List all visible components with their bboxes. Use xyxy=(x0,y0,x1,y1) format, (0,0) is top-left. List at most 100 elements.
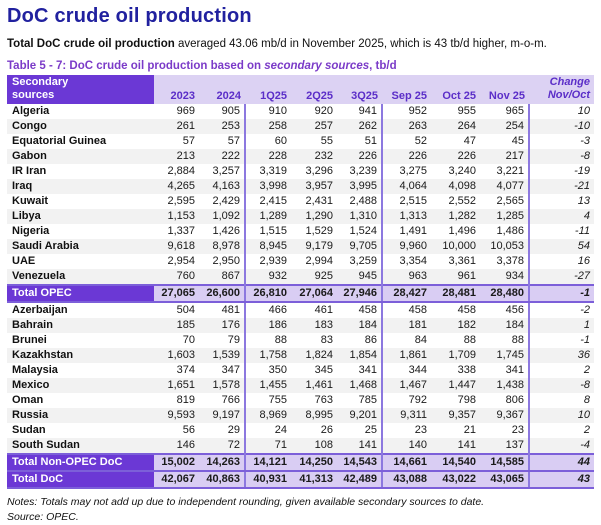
value-cell: 2,950 xyxy=(212,255,240,267)
value-cell: 79 xyxy=(227,334,240,346)
change-cell: -8 xyxy=(528,149,594,164)
value-cell: 341 xyxy=(358,364,377,376)
value-cell: 184 xyxy=(480,318,529,333)
value-cell: 4,163 xyxy=(199,179,245,194)
value-cell: 1,438 xyxy=(480,378,529,393)
value-cell: 2,595 xyxy=(167,195,195,207)
row-label-cell: Russia xyxy=(7,408,154,423)
value-cell: 2,954 xyxy=(167,255,195,267)
production-table: Secondary sources 2023 2024 1Q25 2Q25 3Q… xyxy=(7,75,594,489)
value-cell: 217 xyxy=(480,149,529,164)
value-cell: 955 xyxy=(457,105,476,117)
row-label-cell: IR Iran xyxy=(12,165,47,177)
value-cell: 71 xyxy=(244,438,291,454)
header-2q25: 2Q25 xyxy=(291,75,337,104)
value-cell: 42,489 xyxy=(337,470,382,489)
value-cell: 40,931 xyxy=(244,470,291,489)
value-cell: 961 xyxy=(431,269,480,285)
value-cell: 43,065 xyxy=(480,470,529,489)
value-cell: 3,378 xyxy=(496,255,524,267)
row-label-cell: Algeria xyxy=(12,105,50,117)
table-row: South Sudan 146 72 71 108 141 140 141 137 -4 xyxy=(7,438,594,454)
value-cell: 14,121 xyxy=(244,453,291,472)
row-label-cell: Kazakhstan xyxy=(7,348,154,363)
value-cell: 1,486 xyxy=(496,225,524,237)
change-cell: 44 xyxy=(528,453,594,472)
report-page: DoC crude oil production Total DoC crude… xyxy=(0,0,601,525)
value-cell: 1,455 xyxy=(244,378,291,393)
value-cell: 184 xyxy=(337,318,382,333)
value-cell: 232 xyxy=(291,149,337,164)
value-cell: 28,427 xyxy=(381,284,431,303)
value-cell: 481 xyxy=(221,304,240,316)
change-cell: 16 xyxy=(528,254,594,269)
value-cell: 350 xyxy=(244,363,291,378)
change-cell: 10 xyxy=(528,104,594,119)
change-cell: -27 xyxy=(528,269,594,285)
value-cell: 83 xyxy=(320,334,333,346)
value-cell: 1,496 xyxy=(448,225,476,237)
value-cell: 338 xyxy=(457,364,476,376)
value-cell: 2,515 xyxy=(381,194,431,209)
row-label-cell: Venezuela xyxy=(7,269,154,285)
value-cell: 25 xyxy=(364,424,377,436)
table-row: Iraq 4,265 4,163 3,998 3,957 3,995 4,064 4,098 4… xyxy=(7,179,594,194)
value-cell: 14,250 xyxy=(291,453,337,472)
value-cell: 2,994 xyxy=(305,255,333,267)
value-cell: 14,661 xyxy=(381,453,431,472)
value-cell: 945 xyxy=(337,269,382,285)
value-cell: 374 xyxy=(176,364,195,376)
value-cell: 14,543 xyxy=(337,453,382,472)
value-cell: 1,651 xyxy=(154,378,199,393)
row-label-cell: Equatorial Guinea xyxy=(12,135,107,147)
value-cell: 1,285 xyxy=(480,209,529,224)
value-cell: 57 xyxy=(227,135,240,147)
value-cell: 253 xyxy=(199,119,245,134)
value-cell: 60 xyxy=(244,134,291,149)
value-cell: 55 xyxy=(320,135,333,147)
caption-prefix: Table 5 - 7: DoC crude oil production ba… xyxy=(7,60,265,72)
row-label-cell: UAE xyxy=(12,255,36,267)
value-cell: 755 xyxy=(244,393,291,408)
value-cell: 263 xyxy=(381,119,431,134)
value-cell: 3,259 xyxy=(349,255,377,267)
value-cell: 141 xyxy=(337,438,382,454)
notes-line: Notes: Totals may not add up due to inde… xyxy=(7,496,485,508)
value-cell: 226 xyxy=(381,149,431,164)
value-cell: 3,239 xyxy=(349,165,377,177)
change-cell: 36 xyxy=(528,348,594,363)
value-cell: 760 xyxy=(154,269,199,285)
table-row: Kazakhstan 1,603 1,539 1,758 1,824 1,854 1,861… xyxy=(7,348,594,363)
value-cell: 2,552 xyxy=(448,195,476,207)
value-cell: 45 xyxy=(511,135,524,147)
value-cell: 146 xyxy=(154,438,199,454)
value-cell: 228 xyxy=(244,149,291,164)
header-secondary-sources: Secondary sources xyxy=(7,75,154,104)
value-cell: 969 xyxy=(176,105,195,117)
total-row: Total OPEC 27,065 26,600 26,810 27,064 27,946… xyxy=(7,284,594,303)
value-cell: 4,098 xyxy=(431,179,480,194)
value-cell: 9,705 xyxy=(337,239,382,254)
value-cell: 8,969 xyxy=(244,408,291,423)
header-change-line1: Change xyxy=(549,76,590,88)
summary-rest: averaged 43.06 mb/d in November 2025, wh… xyxy=(174,38,547,50)
value-cell: 9,367 xyxy=(480,408,529,423)
change-cell: -8 xyxy=(528,378,594,393)
total-row: Total DoC 42,067 40,863 40,931 41,313 42,489 4… xyxy=(7,470,594,489)
change-cell: 13 xyxy=(528,194,594,209)
value-cell: 806 xyxy=(505,394,524,406)
value-cell: 785 xyxy=(358,394,377,406)
table-row: Oman 819 766 755 763 785 792 798 806 8 xyxy=(7,393,594,408)
value-cell: 458 xyxy=(358,304,377,316)
row-label-cell: Saudi Arabia xyxy=(7,239,154,254)
change-cell: -11 xyxy=(528,224,594,239)
value-cell: 1,461 xyxy=(291,378,337,393)
change-cell: 10 xyxy=(528,408,594,423)
table-body: Algeria 969 905 910 920 941 952 955 965 10 Congo 26… xyxy=(7,104,594,489)
value-cell: 27,946 xyxy=(337,284,382,303)
value-cell: 10,000 xyxy=(431,239,480,254)
value-cell: 176 xyxy=(199,318,245,333)
value-cell: 3,240 xyxy=(448,165,476,177)
change-cell: 2 xyxy=(528,423,594,438)
value-cell: 23 xyxy=(511,424,524,436)
